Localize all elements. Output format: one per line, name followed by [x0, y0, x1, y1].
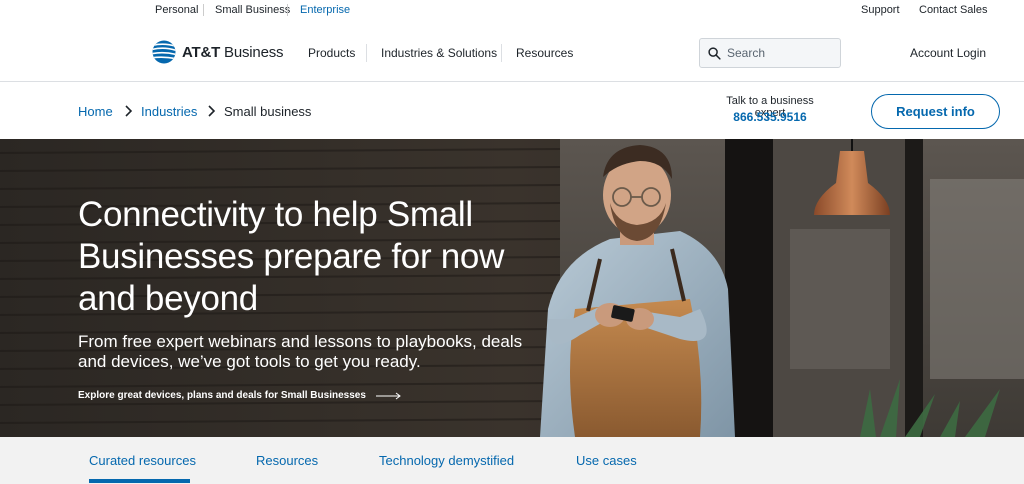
att-globe-icon: [152, 40, 176, 64]
hero-cta-link[interactable]: Explore great devices, plans and deals f…: [78, 390, 402, 401]
att-business-logo[interactable]: AT&T Business: [152, 38, 284, 66]
utility-divider: [287, 4, 288, 16]
nav-resources[interactable]: Resources: [516, 46, 573, 60]
utility-divider: [203, 4, 204, 16]
hero-cta-label: Explore great devices, plans and deals f…: [78, 390, 366, 401]
chevron-right-icon: [208, 105, 216, 117]
hero-banner: Connectivity to help Small Businesses pr…: [0, 139, 1024, 437]
tab-use-cases[interactable]: Use cases: [576, 453, 637, 468]
breadcrumb-industries[interactable]: Industries: [141, 104, 197, 119]
nav-industries-solutions[interactable]: Industries & Solutions: [381, 46, 497, 60]
breadcrumb-current: Small business: [224, 104, 312, 119]
utility-link-small-business[interactable]: Small Business: [215, 4, 290, 16]
phone-link[interactable]: 866.535.9516: [710, 110, 830, 124]
section-tabs: Curated resources Resources Technology d…: [0, 437, 1024, 484]
hero-subtext: From free expert webinars and lessons to…: [78, 332, 523, 371]
request-info-button[interactable]: Request info: [871, 94, 1000, 129]
main-nav: AT&T Business Products Industries & Solu…: [0, 20, 1024, 82]
utility-link-support[interactable]: Support: [861, 4, 900, 16]
nav-divider: [366, 44, 367, 62]
hero-headline: Connectivity to help Small Businesses pr…: [78, 195, 505, 318]
account-login-link[interactable]: Account Login: [910, 46, 986, 60]
chevron-right-icon: [125, 105, 133, 117]
nav-products[interactable]: Products: [308, 46, 355, 60]
tab-technology-demystified[interactable]: Technology demystified: [379, 453, 514, 468]
utility-link-personal[interactable]: Personal: [155, 4, 198, 16]
utility-link-enterprise[interactable]: Enterprise: [300, 4, 350, 16]
tab-resources[interactable]: Resources: [256, 453, 318, 468]
search-input[interactable]: [727, 46, 827, 60]
search-icon: [708, 46, 721, 60]
tab-curated-resources[interactable]: Curated resources: [89, 453, 196, 468]
arrow-right-icon: [375, 392, 401, 399]
utility-link-contact-sales[interactable]: Contact Sales: [919, 4, 987, 16]
breadcrumb-bar: Home Industries Small business Talk to a…: [0, 82, 1024, 139]
nav-divider: [501, 44, 502, 62]
logo-wordmark: AT&T Business: [182, 43, 284, 61]
breadcrumb-home[interactable]: Home: [78, 104, 113, 119]
utility-bar: Personal Small Business Enterprise Suppo…: [0, 0, 1024, 20]
active-tab-indicator: [89, 479, 190, 483]
search-box[interactable]: [699, 38, 841, 68]
